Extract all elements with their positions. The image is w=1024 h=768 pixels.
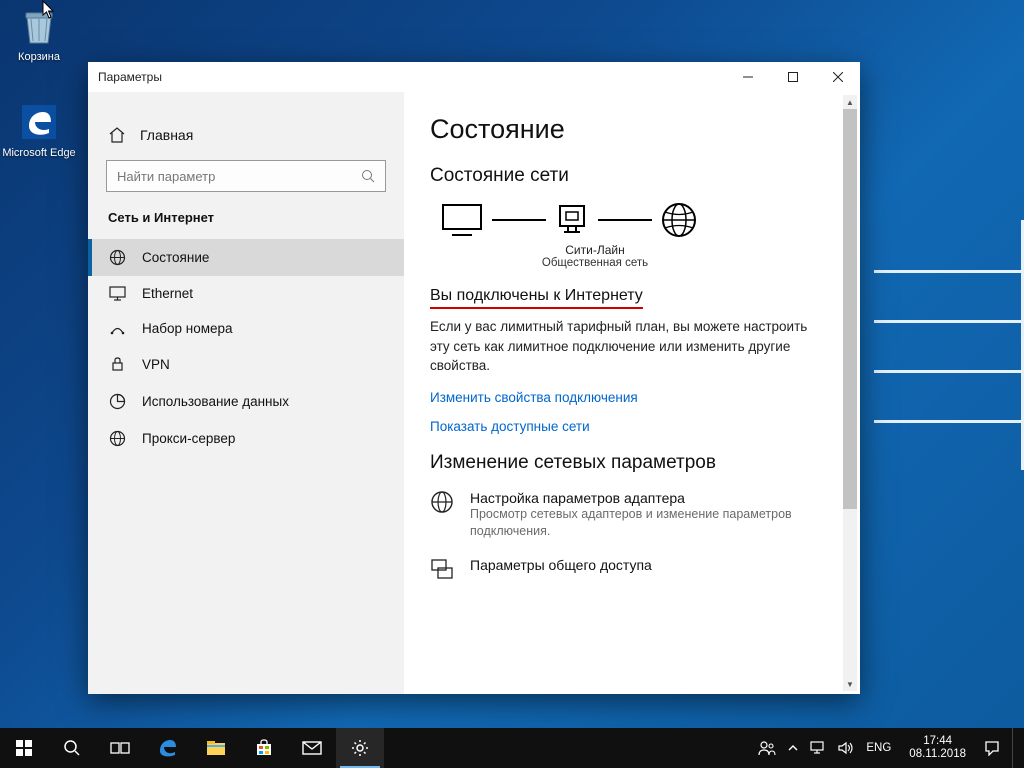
sidebar-item-label: VPN [142, 357, 170, 372]
window-maximize-button[interactable] [770, 62, 815, 92]
ethernet-icon [108, 286, 126, 301]
search-icon [361, 169, 375, 183]
sidebar-item-label: Использование данных [142, 394, 289, 409]
scroll-down-arrow[interactable]: ▼ [843, 677, 857, 691]
option-adapter-settings[interactable]: Настройка параметров адаптера Просмотр с… [430, 490, 834, 541]
scroll-up-arrow[interactable]: ▲ [843, 95, 857, 109]
tray-date: 08.11.2018 [909, 748, 966, 761]
option-title: Параметры общего доступа [470, 557, 652, 573]
section-title-change-settings: Изменение сетевых параметров [430, 452, 834, 474]
tray-action-center-icon[interactable] [984, 740, 1000, 756]
sidebar-item-label: Прокси-сервер [142, 431, 235, 446]
tray-chevron-up-icon[interactable] [788, 744, 798, 752]
proxy-icon [108, 430, 126, 447]
connected-heading: Вы подключены к Интернету [430, 287, 643, 309]
tray-language[interactable]: ENG [866, 742, 891, 754]
taskbar-search-button[interactable] [48, 728, 96, 768]
sidebar-home-label: Главная [140, 127, 193, 143]
page-title: Состояние [430, 114, 834, 145]
sidebar-home[interactable]: Главная [88, 120, 404, 156]
option-description: Просмотр сетевых адаптеров и изменение п… [470, 506, 830, 541]
connected-description: Если у вас лимитный тарифный план, вы мо… [430, 317, 830, 376]
sidebar-item-ethernet[interactable]: Ethernet [88, 276, 404, 311]
window-minimize-button[interactable] [725, 62, 770, 92]
desktop-icon-label: Корзина [2, 51, 76, 63]
taskbar-app-mail[interactable] [288, 728, 336, 768]
sidebar-item-label: Ethernet [142, 286, 193, 301]
vpn-icon [108, 356, 126, 373]
link-show-available-networks[interactable]: Показать доступные сети [430, 419, 834, 434]
wallpaper-rays [854, 220, 1024, 480]
search-input[interactable]: Найти параметр [106, 160, 386, 192]
recycle-bin-icon [17, 4, 61, 48]
search-placeholder: Найти параметр [117, 169, 215, 184]
sidebar-item-data-usage[interactable]: Использование данных [88, 383, 404, 420]
desktop-icon-recycle-bin[interactable]: Корзина [2, 4, 76, 63]
connector-line [598, 219, 652, 221]
network-type: Общественная сеть [520, 257, 670, 269]
section-title-network-state: Состояние сети [430, 165, 834, 187]
taskbar-app-edge[interactable] [144, 728, 192, 768]
data-usage-icon [108, 393, 126, 410]
taskbar: ENG 17:44 08.11.2018 [0, 728, 1024, 768]
sidebar-item-vpn[interactable]: VPN [88, 346, 404, 383]
sharing-icon [430, 557, 456, 581]
desktop-icon-label: Microsoft Edge [2, 147, 76, 159]
adapter-icon [430, 490, 456, 514]
router-icon [554, 202, 590, 238]
settings-sidebar: Главная Найти параметр Сеть и Интернет С… [88, 92, 404, 694]
window-title: Параметры [98, 70, 162, 84]
tray-clock[interactable]: 17:44 08.11.2018 [903, 735, 972, 761]
scrollbar-thumb[interactable] [843, 109, 857, 509]
option-title: Настройка параметров адаптера [470, 490, 830, 506]
taskbar-app-store[interactable] [240, 728, 288, 768]
computer-icon [440, 202, 484, 238]
start-button[interactable] [0, 728, 48, 768]
sidebar-item-label: Состояние [142, 250, 209, 265]
status-icon [108, 249, 126, 266]
taskbar-app-settings[interactable] [336, 728, 384, 768]
home-icon [108, 126, 126, 144]
link-change-connection-props[interactable]: Изменить свойства подключения [430, 390, 834, 405]
window-close-button[interactable] [815, 62, 860, 92]
sidebar-item-status[interactable]: Состояние [88, 239, 404, 276]
network-name: Сити-Лайн [520, 243, 670, 257]
settings-window: Параметры Главная Найти параметр [88, 62, 860, 694]
edge-icon [17, 100, 61, 144]
network-diagram-labels: Сити-Лайн Общественная сеть [520, 243, 670, 269]
taskbar-app-explorer[interactable] [192, 728, 240, 768]
desktop-icon-edge[interactable]: Microsoft Edge [2, 100, 76, 159]
tray-volume-icon[interactable] [838, 741, 854, 755]
window-titlebar[interactable]: Параметры [88, 62, 860, 92]
content-scrollbar[interactable]: ▲ ▼ [843, 95, 857, 691]
sidebar-section-label: Сеть и Интернет [88, 210, 404, 239]
network-diagram [440, 201, 834, 239]
show-desktop-button[interactable] [1012, 728, 1018, 768]
dialup-icon [108, 322, 126, 335]
tray-people-icon[interactable] [758, 740, 776, 756]
task-view-button[interactable] [96, 728, 144, 768]
tray-network-icon[interactable] [810, 741, 826, 755]
option-sharing-settings[interactable]: Параметры общего доступа [430, 557, 834, 581]
sidebar-item-proxy[interactable]: Прокси-сервер [88, 420, 404, 457]
sidebar-item-label: Набор номера [142, 321, 233, 336]
connector-line [492, 219, 546, 221]
globe-icon [660, 201, 698, 239]
settings-content: Состояние Состояние сети Сити-Лайн Общес… [404, 92, 860, 694]
tray-time: 17:44 [909, 735, 966, 748]
sidebar-item-dialup[interactable]: Набор номера [88, 311, 404, 346]
